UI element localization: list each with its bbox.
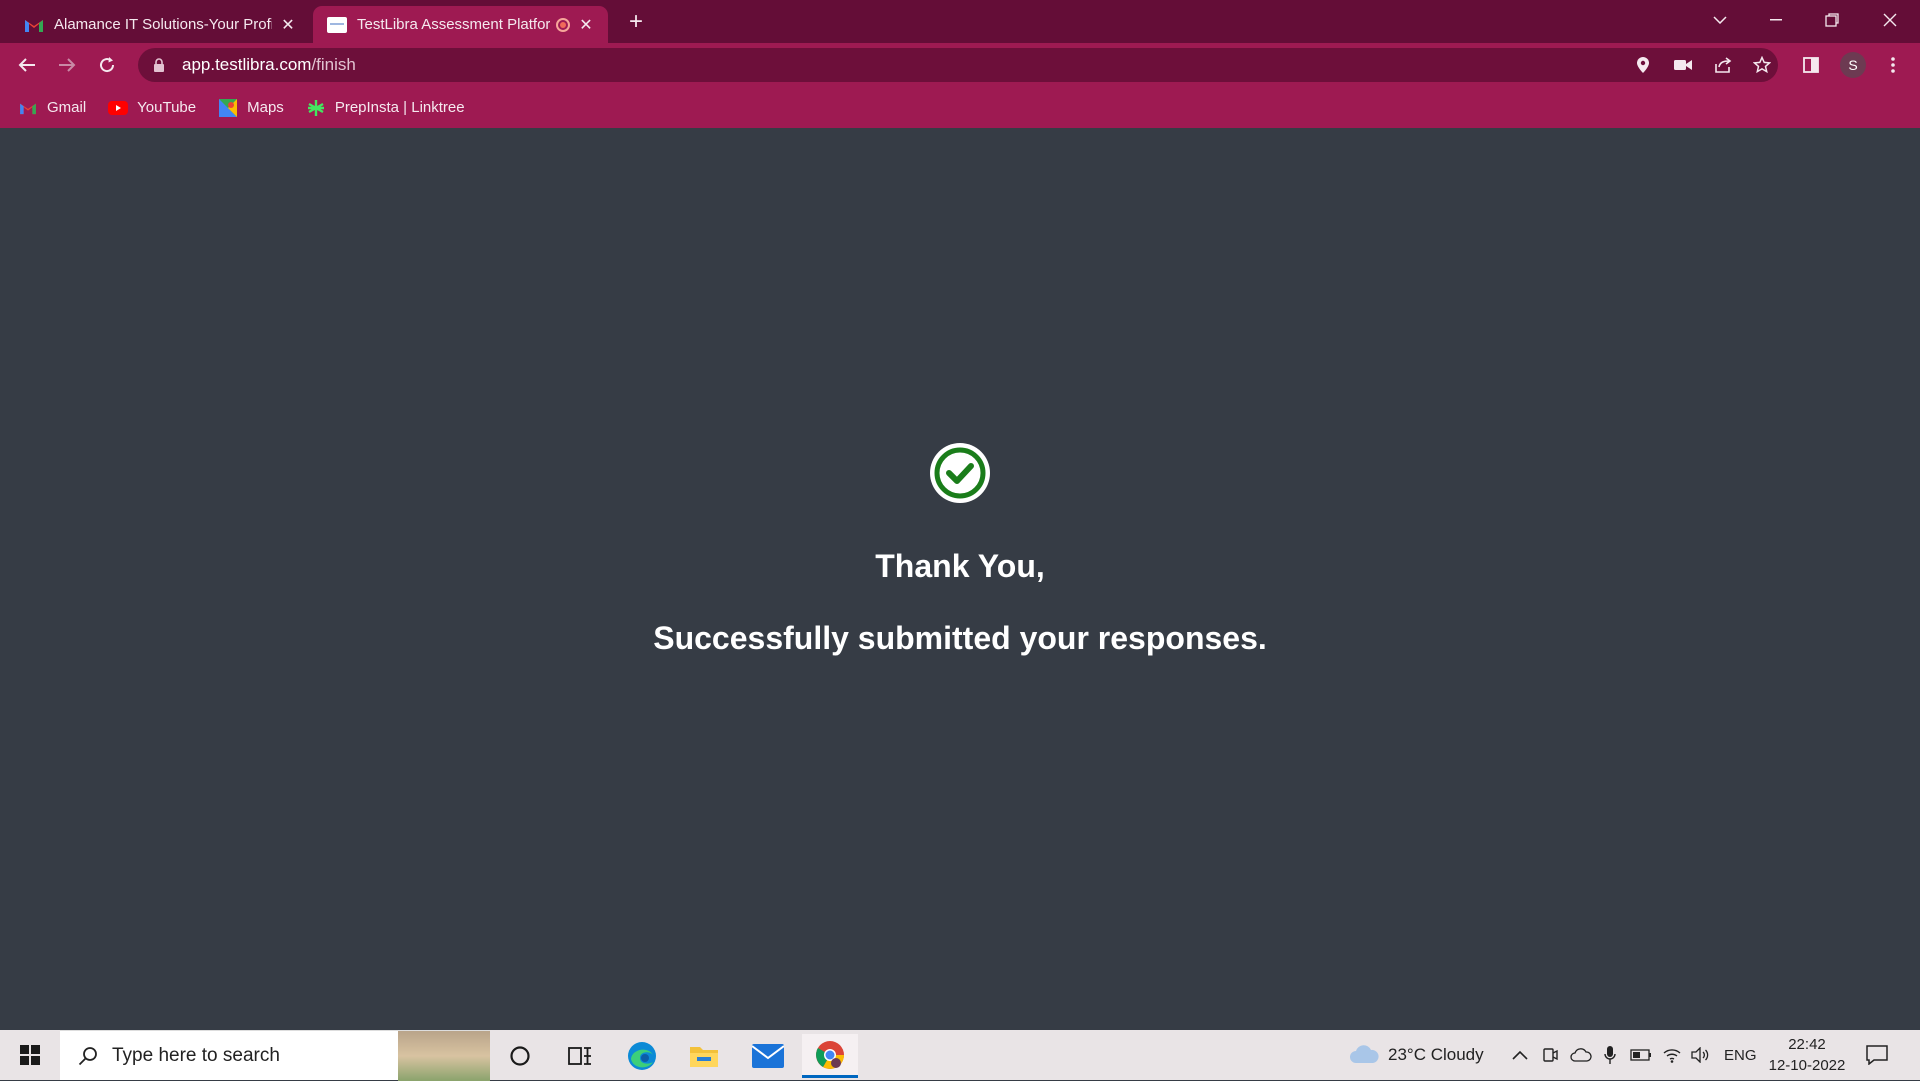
success-message: Successfully submitted your responses. (653, 620, 1267, 656)
tab-testlibra[interactable]: TestLibra Assessment Platforr ✕ (313, 6, 608, 43)
youtube-icon (108, 99, 129, 117)
bookmark-maps[interactable]: Maps (218, 98, 284, 117)
gmail-icon (18, 99, 38, 117)
recording-icon (556, 17, 570, 32)
volume-icon[interactable] (1690, 1030, 1710, 1080)
back-button[interactable] (11, 49, 43, 81)
edge-icon[interactable] (614, 1034, 670, 1078)
bookmark-label: YouTube (137, 99, 197, 116)
reload-button[interactable] (91, 49, 123, 81)
tab-search-chevron-icon[interactable] (1692, 0, 1748, 40)
testlibra-icon (327, 15, 347, 35)
weather-text: 23°C Cloudy (1388, 1045, 1484, 1064)
minimize-button[interactable] (1748, 0, 1804, 40)
profile-avatar[interactable]: S (1840, 52, 1866, 78)
bookmark-prepinsta[interactable]: PrepInsta | Linktree (306, 99, 465, 117)
address-bar[interactable]: app.testlibra.com/finish (138, 48, 1778, 82)
chrome-icon[interactable] (802, 1034, 858, 1078)
tab-title: TestLibra Assessment Platforr (357, 16, 550, 33)
restore-button[interactable] (1804, 0, 1860, 40)
weather-widget[interactable]: 23°C Cloudy (1348, 1030, 1484, 1080)
location-icon[interactable] (1630, 52, 1656, 78)
task-view-icon[interactable] (552, 1034, 608, 1078)
tab-alamance[interactable]: Alamance IT Solutions-Your Profi ✕ (10, 6, 310, 43)
windows-start-button[interactable] (0, 1030, 60, 1080)
bookmark-label: PrepInsta | Linktree (334, 99, 465, 116)
more-menu-icon[interactable] (1880, 52, 1906, 78)
battery-icon[interactable] (1630, 1030, 1652, 1080)
clock-date: 12-10-2022 (1768, 1057, 1846, 1074)
bookmark-youtube[interactable]: YouTube (108, 99, 196, 117)
url-path: /finish (311, 55, 356, 74)
taskbar-search-box[interactable]: Type here to search (60, 1030, 490, 1081)
search-icon (76, 1044, 100, 1068)
microphone-icon[interactable] (1604, 1030, 1616, 1080)
browser-tab-bar: Alamance IT Solutions-Your Profi ✕ TestL… (0, 0, 1920, 43)
thank-you-heading: Thank You, (875, 548, 1045, 584)
meet-now-icon[interactable] (1542, 1030, 1558, 1080)
browser-toolbar: app.testlibra.com/finish S (0, 43, 1920, 87)
bookmark-gmail[interactable]: Gmail (18, 99, 86, 117)
onedrive-icon[interactable] (1570, 1030, 1592, 1080)
bookmark-label: Gmail (47, 99, 87, 116)
tab-title: Alamance IT Solutions-Your Profi (54, 16, 272, 33)
file-explorer-icon[interactable] (676, 1034, 732, 1078)
finish-page: Thank You, Successfully submitted your r… (0, 128, 1920, 1030)
bookmark-label: Maps (247, 99, 284, 116)
close-tab-icon[interactable]: ✕ (278, 15, 298, 35)
taskbar-clock[interactable]: 22:42 12-10-2022 (1762, 1034, 1852, 1076)
share-icon[interactable] (1710, 52, 1736, 78)
new-tab-button[interactable]: + (622, 8, 650, 36)
check-circle-icon (928, 441, 992, 505)
show-hidden-icons-icon[interactable] (1512, 1030, 1528, 1080)
search-highlight-image[interactable] (398, 1031, 490, 1081)
linktree-icon (306, 99, 326, 117)
language-indicator[interactable]: ENG (1724, 1030, 1757, 1080)
gmail-icon (24, 15, 44, 35)
forward-button[interactable] (51, 49, 83, 81)
url-host: app.testlibra.com (182, 55, 312, 74)
side-panel-icon[interactable] (1798, 52, 1824, 78)
maps-icon (218, 98, 238, 117)
lock-icon[interactable] (152, 57, 166, 73)
notifications-icon[interactable] (1866, 1030, 1888, 1080)
bookmark-star-icon[interactable] (1749, 52, 1775, 78)
wifi-icon[interactable] (1662, 1030, 1682, 1080)
camera-icon[interactable] (1670, 52, 1696, 78)
cloud-icon (1350, 1045, 1379, 1063)
bookmarks-bar: Gmail YouTube Maps PrepInsta | Linktree (0, 87, 1920, 128)
mail-icon[interactable] (740, 1034, 796, 1078)
clock-time: 22:42 (1788, 1036, 1826, 1053)
cortana-icon[interactable] (492, 1034, 548, 1078)
windows-taskbar: Type here to search 23°C Cloudy ENG 22:4… (0, 1030, 1920, 1081)
search-placeholder: Type here to search (112, 1044, 280, 1066)
close-tab-icon[interactable]: ✕ (576, 15, 596, 35)
close-window-button[interactable] (1862, 0, 1918, 40)
